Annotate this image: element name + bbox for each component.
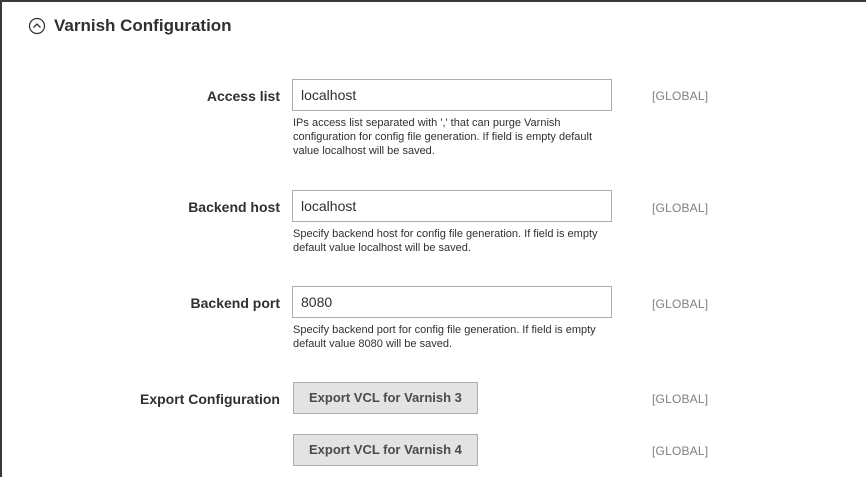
backend-host-label: Backend host bbox=[188, 199, 280, 215]
export-vcl-varnish-4-button[interactable]: Export VCL for Varnish 4 bbox=[293, 434, 478, 466]
chevron-up-circle-icon[interactable] bbox=[28, 17, 46, 35]
export-vcl-varnish-3-scope: [GLOBAL] bbox=[652, 392, 709, 406]
backend-port-scope: [GLOBAL] bbox=[652, 297, 709, 311]
backend-host-scope: [GLOBAL] bbox=[652, 201, 709, 215]
export-vcl-varnish-3-button[interactable]: Export VCL for Varnish 3 bbox=[293, 382, 478, 414]
section-header-toggle[interactable]: Varnish Configuration bbox=[28, 16, 232, 36]
backend-host-note: Specify backend host for config file gen… bbox=[293, 228, 598, 254]
access-list-label: Access list bbox=[206, 88, 280, 104]
backend-port-note: Specify backend port for config file gen… bbox=[293, 324, 596, 350]
section-title: Varnish Configuration bbox=[54, 16, 232, 35]
access-list-scope: [GLOBAL] bbox=[652, 89, 709, 103]
export-configuration-label: Export Configuration bbox=[140, 391, 280, 407]
varnish-configuration-panel: Varnish Configuration Access list IPs ac… bbox=[0, 0, 866, 477]
access-list-note: IPs access list separated with ',' that … bbox=[293, 117, 593, 157]
backend-port-input[interactable] bbox=[292, 286, 612, 318]
access-list-input[interactable] bbox=[292, 79, 612, 111]
backend-port-label: Backend port bbox=[190, 295, 280, 311]
backend-host-input[interactable] bbox=[292, 190, 612, 222]
export-vcl-varnish-4-scope: [GLOBAL] bbox=[652, 444, 709, 458]
